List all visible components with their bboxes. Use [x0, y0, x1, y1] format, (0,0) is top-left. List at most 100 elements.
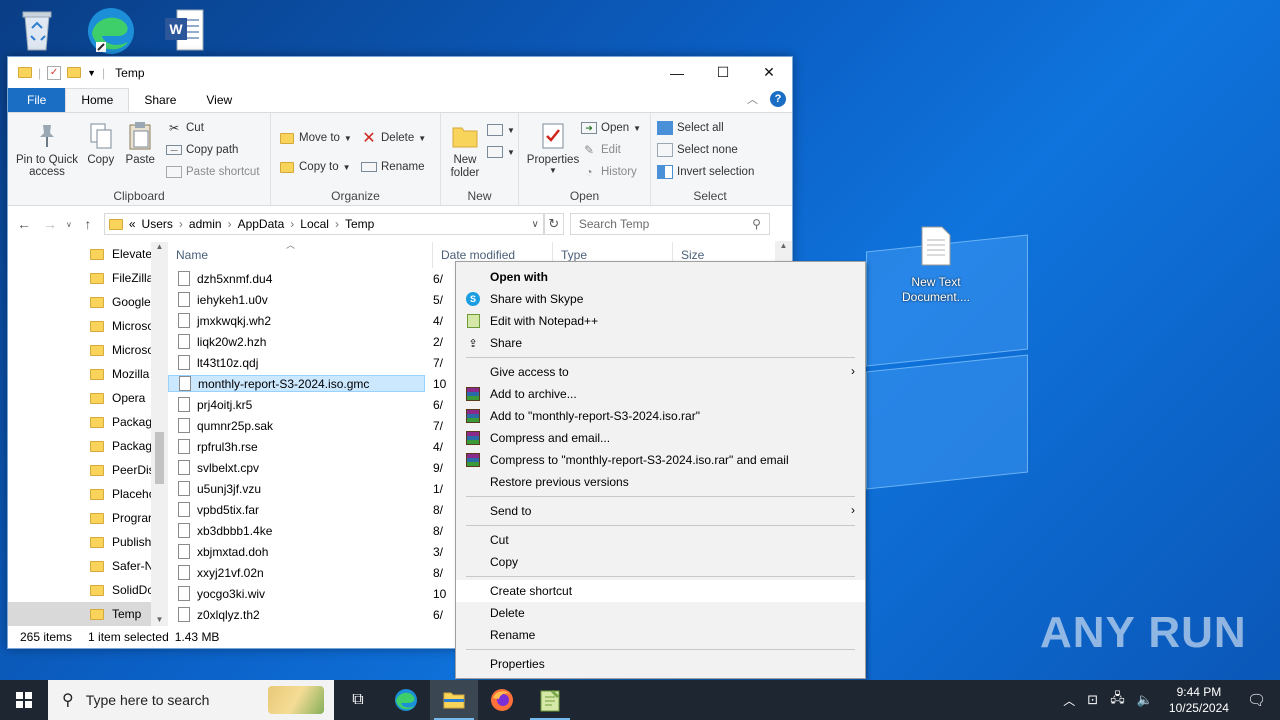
- menu-share-with-skype[interactable]: S Share with Skype: [456, 288, 865, 310]
- properties-quick-icon[interactable]: ✓: [47, 65, 62, 80]
- easy-access-button[interactable]: ▼: [487, 141, 515, 163]
- select-none-button[interactable]: Select none: [657, 139, 754, 161]
- forward-button[interactable]: →: [40, 216, 60, 232]
- menu-create-shortcut[interactable]: Create shortcut: [456, 580, 865, 602]
- nav-item[interactable]: FileZilla: [8, 266, 168, 290]
- menu-open-with[interactable]: Open with: [456, 266, 865, 288]
- address-bar[interactable]: « Users › admin › AppData › Local › Temp…: [103, 213, 544, 235]
- taskbar-notepad-plus-plus[interactable]: [526, 680, 574, 720]
- taskbar-file-explorer[interactable]: [430, 680, 478, 720]
- nav-item[interactable]: Placeho: [8, 482, 168, 506]
- breadcrumb-local[interactable]: Local: [300, 217, 329, 231]
- menu-delete[interactable]: Delete: [456, 602, 865, 624]
- menu-rename[interactable]: Rename: [456, 624, 865, 646]
- breadcrumb-appdata[interactable]: AppData: [238, 217, 285, 231]
- menu-cut[interactable]: Cut: [456, 529, 865, 551]
- nav-item[interactable]: Microso: [8, 314, 168, 338]
- task-view-button[interactable]: ⧉: [334, 680, 382, 720]
- nav-item[interactable]: Google: [8, 290, 168, 314]
- menu-copy[interactable]: Copy: [456, 551, 865, 573]
- nav-item[interactable]: SolidDc: [8, 578, 168, 602]
- menu-add-to-archive[interactable]: Add to archive...: [456, 383, 865, 405]
- file-list-scrollbar[interactable]: ▲: [775, 241, 792, 261]
- taskbar-edge[interactable]: [382, 680, 430, 720]
- nav-item[interactable]: Packag: [8, 434, 168, 458]
- paste-button[interactable]: Paste: [126, 117, 155, 166]
- nav-item[interactable]: PeerDis: [8, 458, 168, 482]
- show-hidden-icons-icon[interactable]: ︿: [1057, 692, 1081, 709]
- nav-scrollbar[interactable]: ▲ ▼: [151, 242, 168, 626]
- help-icon[interactable]: ?: [770, 91, 786, 107]
- move-to-button[interactable]: Move to ▼: [279, 123, 352, 153]
- menu-share[interactable]: ⇪ Share: [456, 332, 865, 354]
- recycle-bin-icon[interactable]: [2, 6, 72, 56]
- customize-quick-access-icon[interactable]: ▼: [87, 68, 96, 78]
- recent-locations-icon[interactable]: ∨: [66, 220, 72, 229]
- notifications-icon[interactable]: 🗨: [1239, 691, 1280, 709]
- edge-icon[interactable]: [76, 6, 146, 56]
- nav-item[interactable]: Opera: [8, 386, 168, 410]
- refresh-button[interactable]: ↻: [543, 213, 564, 235]
- nav-item[interactable]: Publish: [8, 530, 168, 554]
- nav-item[interactable]: Prograr: [8, 506, 168, 530]
- nav-item[interactable]: Safer-N: [8, 554, 168, 578]
- taskbar-search[interactable]: ⚲ Type here to search: [48, 680, 334, 720]
- word-icon[interactable]: W: [150, 8, 220, 58]
- volume-icon[interactable]: 🔈: [1131, 692, 1159, 708]
- menu-compress-rar-and-email[interactable]: Compress to "monthly-report-S3-2024.iso.…: [456, 449, 865, 471]
- tab-share[interactable]: Share: [129, 88, 191, 112]
- new-folder-button[interactable]: New folder: [445, 117, 485, 180]
- minimize-button[interactable]: —: [654, 57, 700, 88]
- menu-add-to-rar[interactable]: Add to "monthly-report-S3-2024.iso.rar": [456, 405, 865, 427]
- menu-send-to[interactable]: Send to ›: [456, 500, 865, 522]
- breadcrumb-temp[interactable]: Temp: [345, 217, 374, 231]
- breadcrumb-users[interactable]: Users: [142, 217, 173, 231]
- menu-restore-previous-versions[interactable]: Restore previous versions: [456, 471, 865, 493]
- nav-item[interactable]: Packag: [8, 410, 168, 434]
- edit-button[interactable]: ✎ Edit: [581, 139, 641, 161]
- rename-button[interactable]: Rename: [361, 153, 426, 181]
- tab-file[interactable]: File: [8, 88, 66, 112]
- menu-properties[interactable]: Properties: [456, 653, 865, 675]
- nav-item[interactable]: Temp: [8, 602, 168, 626]
- history-button[interactable]: ◔ History: [581, 161, 641, 183]
- column-name[interactable]: Name: [168, 242, 433, 268]
- up-button[interactable]: ↑: [78, 216, 98, 232]
- breadcrumb-admin[interactable]: admin: [189, 217, 222, 231]
- copy-button[interactable]: Copy: [87, 117, 114, 166]
- nav-scrollbar-thumb[interactable]: [155, 432, 164, 484]
- new-folder-quick-icon[interactable]: [67, 67, 82, 78]
- delete-button[interactable]: ✕ Delete ▼: [361, 123, 426, 153]
- tab-view[interactable]: View: [191, 88, 247, 112]
- nav-item[interactable]: Elevate: [8, 242, 168, 266]
- back-button[interactable]: ←: [14, 216, 34, 232]
- pin-quick-access-button[interactable]: Pin to Quick access: [14, 117, 80, 178]
- copy-to-button[interactable]: Copy to ▼: [279, 153, 352, 181]
- nav-item[interactable]: Microso: [8, 338, 168, 362]
- tab-home[interactable]: Home: [65, 88, 130, 112]
- clock[interactable]: 9:44 PM 10/25/2024: [1159, 684, 1239, 716]
- new-item-button[interactable]: ▼: [487, 119, 515, 141]
- cut-button[interactable]: ✂ Cut: [166, 117, 260, 139]
- network-icon[interactable]: 🖧: [1104, 689, 1131, 711]
- properties-button[interactable]: Properties ▼: [525, 117, 581, 175]
- invert-selection-button[interactable]: Invert selection: [657, 161, 754, 183]
- menu-edit-with-notepad[interactable]: Edit with Notepad++: [456, 310, 865, 332]
- search-input[interactable]: Search Temp ⚲: [569, 213, 770, 235]
- start-button[interactable]: [0, 680, 48, 720]
- menu-give-access-to[interactable]: Give access to ›: [456, 361, 865, 383]
- paste-shortcut-button[interactable]: Paste shortcut: [166, 161, 260, 183]
- breadcrumb-overflow[interactable]: «: [129, 217, 136, 231]
- maximize-button[interactable]: ☐: [700, 57, 746, 88]
- new-text-document-icon[interactable]: New Text Document....: [900, 226, 972, 305]
- collapse-ribbon-icon[interactable]: ︿: [747, 91, 758, 107]
- taskbar-firefox[interactable]: [478, 680, 526, 720]
- close-button[interactable]: ✕: [746, 57, 792, 88]
- nav-item[interactable]: Mozilla: [8, 362, 168, 386]
- copy-path-button[interactable]: — Copy path: [166, 139, 260, 161]
- select-all-button[interactable]: Select all: [657, 117, 754, 139]
- open-button[interactable]: ➜ Open ▼: [581, 117, 641, 139]
- menu-compress-and-email[interactable]: Compress and email...: [456, 427, 865, 449]
- address-dropdown-icon[interactable]: ∨: [532, 219, 539, 230]
- tray-device-icon[interactable]: ⊡: [1081, 692, 1104, 708]
